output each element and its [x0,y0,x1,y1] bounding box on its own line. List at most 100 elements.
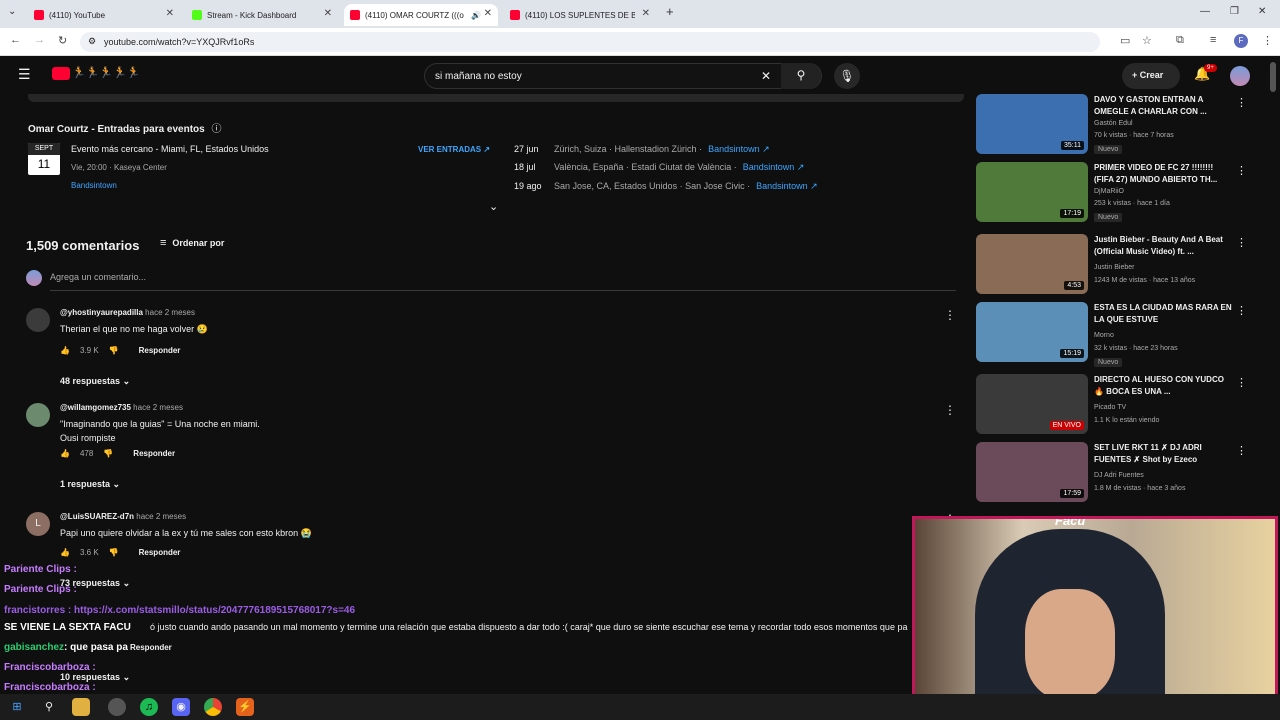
channel-name[interactable]: Justin Bieber [1094,264,1134,271]
url-field[interactable]: ⚙ youtube.com/watch?v=YXQJRvf1oRs [80,32,1100,52]
video-thumbnail[interactable]: EN VIVO [976,374,1088,434]
commenter-avatar[interactable] [26,308,50,332]
site-info-icon[interactable]: ⚙ [88,36,96,47]
youtube-logo-icon[interactable] [52,67,70,80]
sort-button[interactable]: ≡ Ordenar por [160,237,224,249]
browser-tab-kick[interactable]: Stream - Kick Dashboard ✕ [186,4,338,26]
event-link[interactable]: Bandsintown ↗ [708,144,770,155]
event-list-item[interactable]: 19 ago San Jose, CA, Estados Unidos · Sa… [514,181,818,192]
browser-tab-los-suplentes[interactable]: (4110) LOS SUPLENTES DE BOC ✕ [504,4,656,26]
recommended-video[interactable]: 17:59 SET LIVE RKT 11 ✗ DJ ADRI FUENTES … [976,442,1256,506]
browser-tab-omar-courtz[interactable]: (4110) OMAR COURTZ (((o 🔊 ✕ [344,4,498,26]
channel-name[interactable]: DjMaRiiO [1094,188,1124,195]
recommended-video[interactable]: 35:11 DAVO Y GASTON ENTRAN A OMEGLE A CH… [976,94,1256,158]
profile-avatar[interactable]: F [1234,34,1248,48]
dislike-icon[interactable]: 👎 [109,346,119,355]
video-menu-icon[interactable]: ⋮ [1236,164,1247,177]
video-menu-icon[interactable]: ⋮ [1236,96,1247,109]
reply-button[interactable]: Responder [139,346,181,355]
video-title[interactable]: DIRECTO AL HUESO CON YUDCO 🔥 BOCA ES UNA… [1094,374,1234,398]
page-scrollbar[interactable] [1270,62,1276,92]
discord-icon[interactable]: ◉ [172,698,190,716]
forward-icon[interactable]: → [34,34,45,46]
audio-icon[interactable]: 🔊 [471,11,481,20]
chrome-icon[interactable] [204,698,222,716]
dislike-icon[interactable]: 👎 [103,449,113,458]
microphone-icon[interactable]: 🎙 [834,63,860,89]
like-icon[interactable]: 👍 [60,346,70,355]
event-provider-link[interactable]: Bandsintown [71,181,117,190]
video-title[interactable]: PRIMER VIDEO DE FC 27 !!!!!!!! (FIFA 27)… [1094,162,1234,186]
commenter-avatar[interactable] [26,403,50,427]
comment-author[interactable]: @yhostinyaurepadilla [60,308,143,317]
recommended-video[interactable]: EN VIVO DIRECTO AL HUESO CON YUDCO 🔥 BOC… [976,374,1256,438]
buy-tickets-button[interactable]: VER ENTRADAS ↗ [418,145,490,154]
like-icon[interactable]: 👍 [60,548,70,557]
close-window-icon[interactable]: ✕ [1258,6,1266,17]
search-icon[interactable]: ⚲ [781,63,821,89]
close-tab-icon[interactable]: ✕ [484,8,492,19]
spotify-icon[interactable]: ♫ [140,698,158,716]
recommended-video[interactable]: 15:19 ESTA ES LA CIUDAD MAS RARA EN LA Q… [976,302,1256,367]
taskbar-search-icon[interactable]: ⚲ [40,698,58,716]
channel-name[interactable]: Picado TV [1094,404,1126,411]
video-menu-icon[interactable]: ⋮ [1236,236,1247,249]
comment-menu-icon[interactable]: ⋮ [944,403,956,417]
tab-search-icon[interactable]: ⌄ [8,6,16,17]
hamburger-menu-icon[interactable]: ☰ [18,66,31,83]
reply-button[interactable]: Responder [133,449,175,458]
event-link[interactable]: Bandsintown ↗ [743,162,805,173]
replies-toggle[interactable]: 1 respuesta ⌄ [60,479,120,490]
video-menu-icon[interactable]: ⋮ [1236,376,1247,389]
recommended-video[interactable]: 17:19 PRIMER VIDEO DE FC 27 !!!!!!!! (FI… [976,162,1256,226]
minimize-icon[interactable]: — [1200,6,1210,17]
video-title[interactable]: Justin Bieber - Beauty And A Beat (Offic… [1094,234,1234,258]
search-input[interactable]: si mañana no estoy [435,71,522,82]
close-tab-icon[interactable]: ✕ [324,8,332,19]
video-thumbnail[interactable]: 35:11 [976,94,1088,154]
video-thumbnail[interactable]: 17:19 [976,162,1088,222]
reply-button[interactable]: Responder [130,643,172,652]
restore-icon[interactable]: ❐ [1230,6,1239,17]
streaming-app-icon[interactable]: ⚡ [236,698,254,716]
video-title[interactable]: DAVO Y GASTON ENTRAN A OMEGLE A CHARLAR … [1094,94,1234,118]
nearest-event-headline[interactable]: Evento más cercano - Miami, FL, Estados … [71,144,269,154]
event-link[interactable]: Bandsintown ↗ [756,181,818,192]
video-menu-icon[interactable]: ⋮ [1236,304,1247,317]
extensions-icon[interactable]: ⧉ [1176,34,1184,47]
new-tab-icon[interactable]: + [666,4,674,19]
channel-name[interactable]: Morno [1094,332,1114,339]
info-icon[interactable]: ⓘ [212,124,222,135]
browser-tab-youtube[interactable]: (4110) YouTube ✕ [28,4,180,26]
video-thumbnail[interactable]: 17:59 [976,442,1088,502]
file-explorer-icon[interactable] [72,698,90,716]
video-thumbnail[interactable]: 15:19 [976,302,1088,362]
video-title[interactable]: ESTA ES LA CIUDAD MAS RARA EN LA QUE EST… [1094,302,1234,326]
app-icon[interactable] [108,698,126,716]
cast-icon[interactable]: ▭ [1120,34,1130,47]
channel-name[interactable]: Gastón Edul [1094,120,1133,127]
search-box[interactable]: si mañana no estoy ✕ ⚲ [424,63,822,89]
close-tab-icon[interactable]: ✕ [166,8,174,19]
windows-start-icon[interactable]: ⊞ [8,698,26,716]
back-icon[interactable]: ← [10,34,21,46]
media-icon[interactable]: ≡ [1210,34,1216,46]
replies-toggle[interactable]: 48 respuestas ⌄ [60,376,130,387]
video-title[interactable]: SET LIVE RKT 11 ✗ DJ ADRI FUENTES ✗ Shot… [1094,442,1234,466]
expand-events-chevron-icon[interactable]: ⌄ [489,200,498,213]
account-avatar[interactable] [1230,66,1250,86]
event-list-item[interactable]: 18 jul València, España · Estadi Ciutat … [514,162,804,173]
bookmark-star-icon[interactable]: ☆ [1142,34,1152,47]
dislike-icon[interactable]: 👎 [109,548,119,557]
video-menu-icon[interactable]: ⋮ [1236,444,1247,457]
close-tab-icon[interactable]: ✕ [642,8,650,19]
video-thumbnail[interactable]: 4:53 [976,234,1088,294]
comment-author[interactable]: @LuisSUAREZ-d7n [60,512,134,521]
create-button[interactable]: + Crear [1122,63,1180,89]
comment-menu-icon[interactable]: ⋮ [944,308,956,322]
comment-author[interactable]: @willamgomez735 [60,403,131,412]
reply-button[interactable]: Responder [139,548,181,557]
like-icon[interactable]: 👍 [60,449,70,458]
browser-menu-icon[interactable]: ⋮ [1262,34,1273,47]
recommended-video[interactable]: 4:53 Justin Bieber - Beauty And A Beat (… [976,234,1256,298]
